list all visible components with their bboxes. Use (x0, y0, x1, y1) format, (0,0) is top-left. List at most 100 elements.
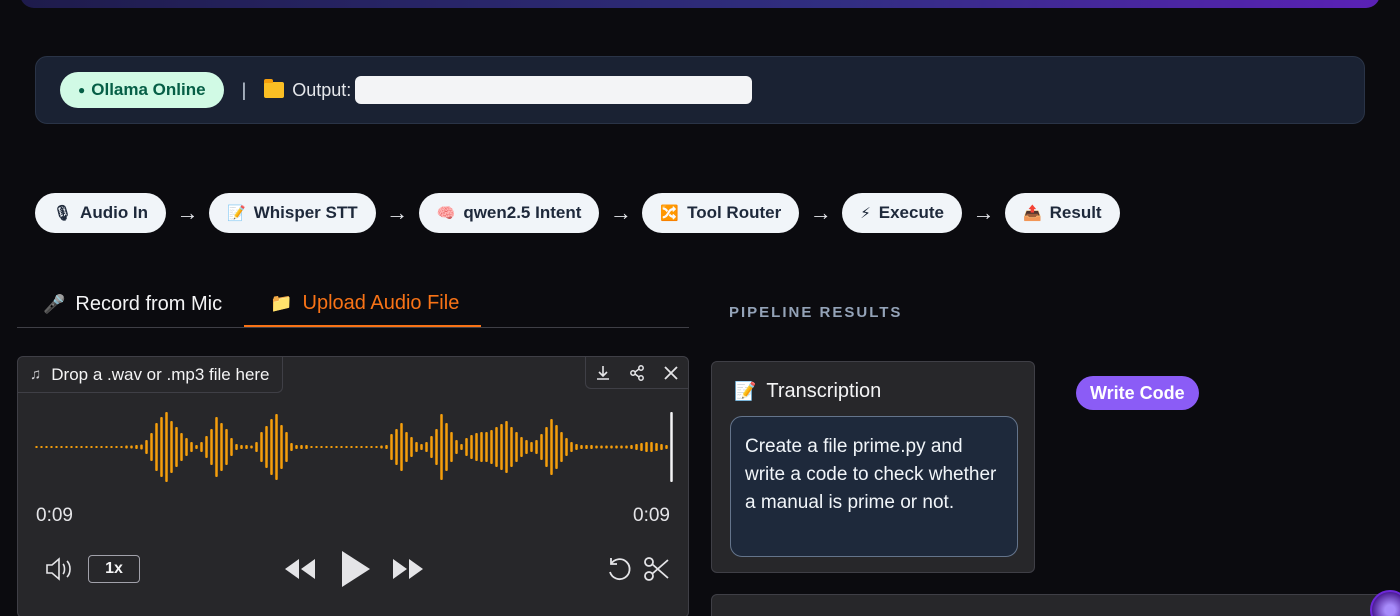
waveform-bar (430, 436, 433, 458)
waveform-bar (515, 432, 518, 462)
waveform-bar (665, 445, 668, 449)
step-execute: ⚡ Execute (842, 193, 962, 233)
waveform-bar (405, 432, 408, 462)
waveform-bar (400, 423, 403, 471)
share-button[interactable] (620, 357, 654, 389)
waveform-bar (230, 438, 233, 456)
waveform-bar (540, 434, 543, 460)
waveform-bar (650, 442, 653, 452)
waveform-bar (575, 444, 578, 450)
fast-forward-icon (393, 559, 423, 579)
waveform-bar (110, 446, 113, 448)
waveform-bar (480, 432, 483, 462)
separator: | (241, 79, 247, 100)
brain-icon: 🧠 (436, 205, 456, 222)
waveform-bar (355, 446, 358, 448)
waveform-bar (495, 427, 498, 467)
waveform-bar (210, 429, 213, 465)
waveform-bar (205, 436, 208, 458)
transcription-header: 📝 Transcription (734, 380, 881, 403)
drop-label-text: Drop a .wav or .mp3 file here (51, 364, 270, 384)
waveform-bar (630, 445, 633, 449)
waveform-bar (340, 446, 343, 448)
pipeline-results-heading: PIPELINE RESULTS (729, 304, 903, 321)
waveform-bar (280, 425, 283, 469)
audio-player: ♫ Drop a .wav or .mp3 file here 0:09 0:0… (17, 356, 689, 616)
download-icon (597, 366, 609, 380)
step-tool-router: 🔀 Tool Router (642, 193, 800, 233)
waveform-bar (435, 429, 438, 465)
step-whisper-stt: 📝 Whisper STT (209, 193, 376, 233)
waveform-bar (115, 446, 118, 448)
waveform-bar (130, 445, 133, 449)
waveform-bar (410, 437, 413, 457)
music-note-icon: ♫ (30, 366, 42, 383)
step-label: Result (1049, 203, 1102, 222)
waveform-bar (140, 444, 143, 450)
waveform-bar (60, 446, 63, 448)
tab-record-mic[interactable]: 🎤 Record from Mic (17, 282, 244, 327)
waveform-bar (565, 438, 568, 456)
waveform-bar (200, 442, 203, 452)
status-dot-icon: ● (78, 83, 86, 97)
tab-upload-audio[interactable]: 📁 Upload Audio File (244, 282, 482, 327)
waveform-bar (475, 433, 478, 461)
next-result-card (711, 594, 1400, 616)
folder-icon: 📁 (270, 293, 293, 313)
waveform-bar (315, 446, 318, 448)
waveform-bar (190, 442, 193, 452)
trim-button[interactable] (643, 555, 671, 588)
waveform-bar (635, 444, 638, 450)
step-label: Tool Router (687, 203, 782, 222)
transcription-text: Create a file prime.py and write a code … (730, 416, 1018, 557)
waveform-bar (620, 445, 623, 449)
waveform-bar (330, 446, 333, 448)
waveform-bar (300, 445, 303, 449)
ollama-status-badge: ● Ollama Online (60, 72, 224, 108)
waveform-bar (450, 432, 453, 462)
waveform-bar (525, 440, 528, 454)
arrow-icon: → (609, 200, 632, 225)
output-path-input[interactable] (355, 76, 753, 104)
close-button[interactable] (654, 357, 688, 389)
waveform-bar (105, 446, 108, 448)
transcription-title: Transcription (766, 380, 882, 402)
waveform-bar (185, 438, 188, 456)
waveform-bar (225, 429, 228, 465)
waveform-bar (260, 432, 263, 462)
waveform-bar (570, 442, 573, 452)
waveform-bar (505, 421, 508, 473)
waveform-bar (625, 445, 628, 449)
waveform-bar (145, 440, 148, 454)
waveform-bar (310, 446, 313, 448)
player-actions (585, 357, 688, 389)
waveform-bar (595, 445, 598, 449)
step-label: Execute (878, 203, 944, 222)
waveform-bar (50, 446, 53, 448)
playback-rate-button[interactable]: 1x (88, 555, 140, 583)
waveform-bar (535, 440, 538, 454)
download-button[interactable] (586, 357, 620, 389)
rewind-button[interactable] (283, 557, 317, 586)
waveform-bar (180, 433, 183, 461)
waveform-bar (345, 446, 348, 448)
play-button[interactable] (338, 549, 372, 594)
waveform-bar (585, 445, 588, 449)
volume-button[interactable] (44, 555, 76, 588)
fast-forward-button[interactable] (391, 557, 425, 586)
undo-icon (609, 558, 631, 581)
waveform-bar (580, 445, 583, 449)
reset-button[interactable] (605, 555, 633, 588)
waveform-bar (485, 432, 488, 462)
waveform-bar (175, 427, 178, 467)
waveform[interactable] (34, 407, 674, 487)
total-time: 0:09 (633, 505, 670, 526)
waveform-bar (155, 423, 158, 471)
shuffle-icon: 🔀 (660, 205, 680, 222)
waveform-bar (460, 444, 463, 450)
step-result: 📤 Result (1004, 193, 1120, 233)
waveform-bar (610, 445, 613, 449)
waveform-bar (490, 430, 493, 464)
drop-zone-label[interactable]: ♫ Drop a .wav or .mp3 file here (18, 357, 283, 393)
waveform-bar (80, 446, 83, 448)
